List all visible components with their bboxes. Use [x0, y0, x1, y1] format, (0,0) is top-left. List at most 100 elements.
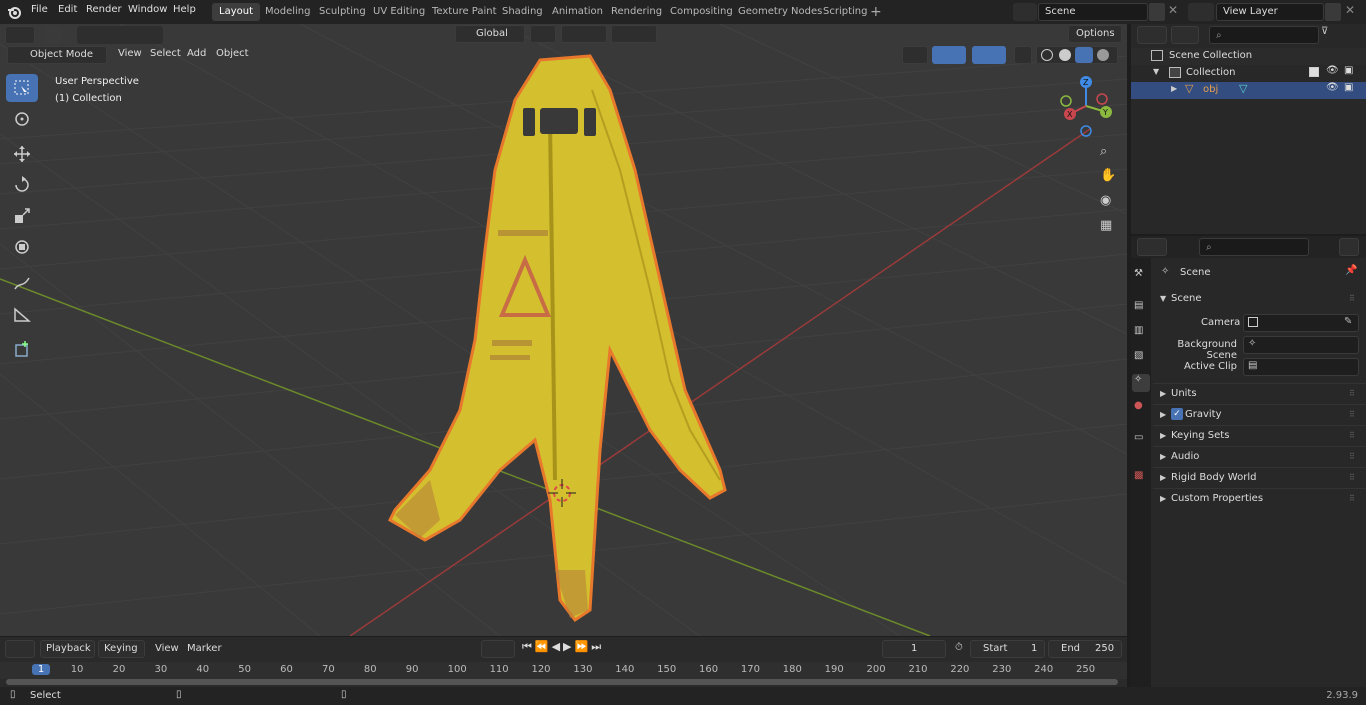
- custom-props-grip-icon[interactable]: ⠿: [1349, 494, 1355, 503]
- exclude-checkbox[interactable]: [1309, 67, 1319, 77]
- view-layer-selector-icon[interactable]: [1188, 3, 1214, 21]
- rendered-shading-icon[interactable]: [1097, 49, 1109, 61]
- rotate-tool[interactable]: [6, 171, 38, 199]
- view-layer-tab-icon[interactable]: ▧: [1134, 350, 1143, 361]
- pivot-point-icon[interactable]: [530, 25, 556, 43]
- tab-animation[interactable]: Animation: [545, 3, 610, 21]
- audio-panel[interactable]: ▶ Audio ⠿: [1153, 446, 1366, 466]
- output-tab-icon[interactable]: ▥: [1134, 325, 1143, 336]
- transform-tool[interactable]: [6, 233, 38, 261]
- proportional-editing-icon[interactable]: [611, 25, 657, 43]
- timeline-scrollbar[interactable]: [6, 679, 1118, 685]
- menu-render[interactable]: Render: [86, 4, 122, 15]
- blender-logo-icon[interactable]: [6, 4, 22, 20]
- select-box-tool[interactable]: [6, 74, 38, 102]
- overlays-toggle-icon[interactable]: [972, 46, 1006, 64]
- obj-render-camera-icon[interactable]: ▣: [1344, 82, 1353, 93]
- background-scene-field[interactable]: ✧: [1243, 336, 1359, 354]
- 3d-viewport[interactable]: Object Mode View Select Add Object Globa…: [0, 24, 1127, 636]
- scene-selector-icon[interactable]: [1013, 3, 1037, 21]
- camera-field[interactable]: ✎: [1243, 314, 1359, 332]
- properties-options-icon[interactable]: [1339, 238, 1359, 256]
- menu-help[interactable]: Help: [173, 4, 196, 15]
- selection-modes-group[interactable]: [77, 26, 163, 44]
- gravity-checkbox[interactable]: ✓: [1171, 408, 1183, 420]
- tab-layout[interactable]: Layout: [212, 3, 260, 21]
- measure-tool[interactable]: [6, 300, 38, 328]
- wet-floor-sign-object[interactable]: [380, 50, 740, 630]
- wireframe-shading-icon[interactable]: [1041, 49, 1053, 61]
- keying-sets-panel[interactable]: ▶ Keying Sets ⠿: [1153, 425, 1366, 445]
- mesh-data-icon[interactable]: ▽: [1239, 82, 1247, 95]
- eyedropper-icon[interactable]: ✎: [1344, 316, 1352, 327]
- world-tab-icon[interactable]: ●: [1134, 400, 1143, 411]
- close-scene-icon[interactable]: ✕: [1168, 3, 1178, 17]
- texture-tab-icon[interactable]: ▩: [1134, 470, 1143, 481]
- camera-view-icon[interactable]: ◉: [1100, 193, 1111, 208]
- editor-type-icon[interactable]: [5, 26, 35, 44]
- view-layer-field[interactable]: View Layer: [1216, 3, 1324, 21]
- close-view-layer-icon[interactable]: ✕: [1345, 3, 1355, 17]
- solid-shading-icon[interactable]: [1059, 49, 1071, 61]
- add-workspace-icon[interactable]: +: [870, 4, 882, 20]
- tab-rendering[interactable]: Rendering: [604, 3, 669, 21]
- filter-icon[interactable]: ⊽: [1321, 26, 1353, 44]
- viewport-menu-select[interactable]: Select: [150, 48, 181, 59]
- keying-menu[interactable]: Keying: [98, 640, 145, 658]
- end-frame-field[interactable]: End 250: [1048, 640, 1122, 658]
- viewport-menu-view[interactable]: View: [118, 48, 142, 59]
- gizmos-toggle-icon[interactable]: [932, 46, 966, 64]
- outliner-row-obj[interactable]: ▶ ▽ obj ▽ 👁 ▣: [1131, 82, 1366, 99]
- timeline-view-menu[interactable]: View: [155, 643, 179, 654]
- scene-panel-collapse-icon[interactable]: ▼: [1160, 294, 1166, 303]
- gravity-grip-icon[interactable]: ⠿: [1349, 410, 1355, 419]
- visibility-icon[interactable]: [902, 46, 928, 64]
- playback-menu[interactable]: Playback: [40, 640, 95, 658]
- custom-properties-panel[interactable]: ▶ Custom Properties ⠿: [1153, 488, 1366, 508]
- scene-name-field[interactable]: Scene: [1038, 3, 1148, 21]
- scene-panel-grip-icon[interactable]: ⠿: [1349, 294, 1355, 303]
- menu-file[interactable]: File: [31, 4, 48, 15]
- properties-editor-type-icon[interactable]: [1137, 238, 1167, 256]
- obj-visibility-eye-icon[interactable]: 👁: [1326, 82, 1339, 93]
- tab-modeling[interactable]: Modeling: [258, 3, 318, 21]
- viewport-menu-add[interactable]: Add: [187, 48, 206, 59]
- transform-orientation-dropdown[interactable]: Global: [455, 25, 525, 43]
- navigation-gizmo[interactable]: Z Y X: [1052, 74, 1122, 144]
- tool-tab-icon[interactable]: ⚒: [1134, 268, 1143, 279]
- audio-grip-icon[interactable]: ⠿: [1349, 452, 1355, 461]
- collection-tab-icon[interactable]: ▭: [1134, 432, 1143, 443]
- outliner-search-input[interactable]: ⌕: [1209, 26, 1319, 44]
- menu-edit[interactable]: Edit: [58, 4, 77, 15]
- ortho-toggle-icon[interactable]: ▦: [1100, 218, 1112, 233]
- visibility-eye-icon[interactable]: 👁: [1326, 65, 1339, 76]
- annotate-tool[interactable]: [6, 269, 38, 297]
- tab-shading[interactable]: Shading: [495, 3, 550, 21]
- rigid-body-grip-icon[interactable]: ⠿: [1349, 473, 1355, 482]
- start-frame-field[interactable]: Start 1: [970, 640, 1045, 658]
- playback-controls[interactable]: ⏮⏪◀▶⏩⏭: [522, 640, 630, 658]
- timeline-editor-type-icon[interactable]: [5, 640, 35, 658]
- render-camera-icon[interactable]: ▣: [1344, 65, 1353, 76]
- new-scene-icon[interactable]: [1149, 3, 1165, 21]
- keying-sets-grip-icon[interactable]: ⠿: [1349, 431, 1355, 440]
- units-grip-icon[interactable]: ⠿: [1349, 389, 1355, 398]
- snapping-icon[interactable]: [561, 25, 607, 43]
- shading-modes-group[interactable]: [1036, 46, 1118, 64]
- obj-expand-icon[interactable]: ▶: [1171, 84, 1177, 93]
- options-dropdown[interactable]: Options: [1068, 25, 1122, 43]
- tab-uv-editing[interactable]: UV Editing: [366, 3, 432, 21]
- pan-hand-icon[interactable]: ✋: [1100, 168, 1116, 183]
- rigid-body-world-panel[interactable]: ▶ Rigid Body World ⠿: [1153, 467, 1366, 487]
- current-frame-field[interactable]: 1: [882, 640, 946, 658]
- cursor-tool[interactable]: [6, 105, 38, 133]
- clock-icon[interactable]: ⏱: [955, 642, 963, 653]
- gravity-panel[interactable]: ▶ ✓ Gravity ⠿: [1153, 404, 1366, 424]
- render-tab-icon[interactable]: ▤: [1134, 300, 1143, 311]
- move-tool[interactable]: [6, 140, 38, 168]
- scene-tab-icon[interactable]: ✧: [1132, 374, 1150, 392]
- outliner-row-collection[interactable]: ▼ Collection 👁 ▣: [1131, 65, 1366, 82]
- properties-search-input[interactable]: ⌕: [1199, 238, 1309, 256]
- zoom-icon[interactable]: ⌕: [1100, 144, 1107, 159]
- active-clip-field[interactable]: ▤: [1243, 358, 1359, 376]
